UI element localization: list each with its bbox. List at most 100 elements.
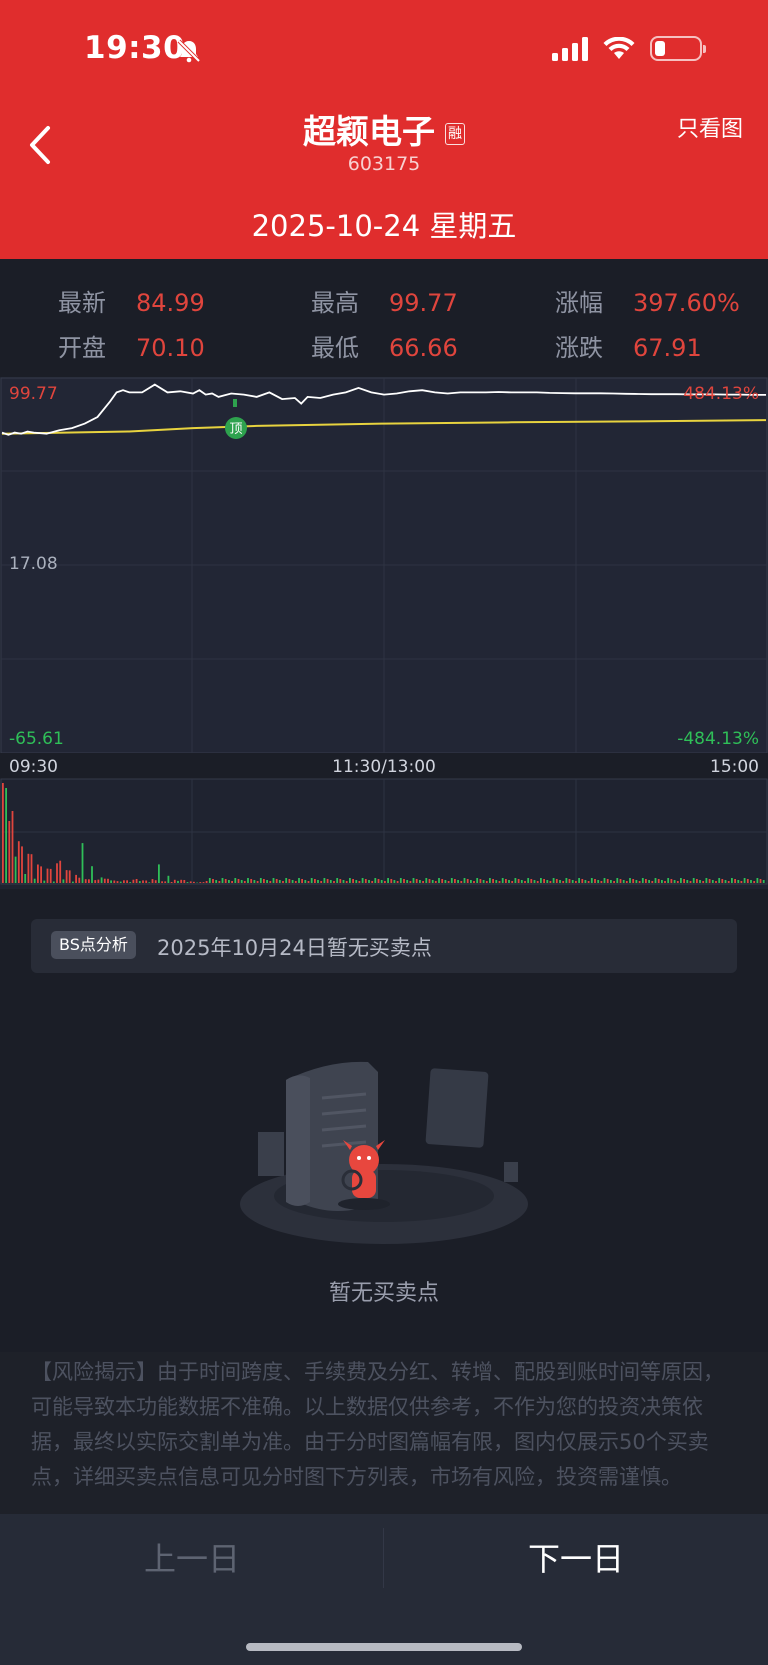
volume-bar — [498, 881, 501, 883]
empty-state-text: 暂无买卖点 — [328, 1281, 439, 1306]
volume-bar — [696, 879, 698, 883]
volume-bar — [473, 881, 475, 883]
volume-bar — [43, 880, 46, 883]
volume-bar — [438, 878, 440, 883]
volume-bar — [110, 880, 112, 883]
volume-bar — [594, 879, 596, 883]
volume-bar — [24, 874, 27, 883]
volume-bar — [161, 881, 163, 883]
volume-bar — [562, 881, 565, 883]
x-label-close: 15:00 — [710, 757, 759, 777]
volume-bar — [533, 880, 536, 883]
volume-bar — [298, 878, 300, 883]
y-label-pct-min: -484.13% — [677, 729, 759, 749]
volume-bar — [746, 879, 749, 883]
volume-bar — [705, 878, 708, 883]
volume-bar — [329, 880, 332, 883]
volume-bar — [62, 879, 65, 883]
volume-bar — [489, 878, 491, 883]
volume-bar — [231, 881, 233, 883]
volume-bar — [377, 879, 380, 883]
volume-bar — [113, 880, 116, 883]
volume-bar — [56, 863, 58, 883]
volume-bar — [361, 878, 364, 883]
stock-title: 超颖电子融 — [0, 105, 768, 153]
volume-bar — [549, 881, 552, 883]
volume-bar — [173, 879, 176, 883]
volume-bar — [374, 878, 377, 883]
stock-code: 603175 — [347, 153, 421, 175]
volume-bar — [396, 881, 399, 883]
margin-badge: 融 — [445, 122, 465, 145]
volume-bar — [135, 879, 138, 883]
volume-bar — [282, 881, 284, 883]
top-marker-stem — [233, 399, 237, 407]
volume-bar — [619, 879, 622, 883]
volume-bar — [97, 879, 100, 883]
volume-bar — [664, 881, 666, 883]
volume-bar — [762, 880, 765, 883]
volume-bar — [253, 880, 256, 883]
only-chart-button[interactable]: 只看图 — [677, 111, 743, 143]
y-label-pct-max: 484.13% — [683, 384, 759, 404]
volume-bar — [463, 878, 466, 883]
volume-bar — [14, 856, 17, 883]
volume-bar — [635, 880, 638, 883]
volume-bar — [84, 879, 87, 883]
volume-bar — [212, 879, 214, 883]
volume-bar — [21, 846, 23, 883]
volume-bar — [689, 881, 692, 883]
volume-bar — [218, 881, 221, 883]
volume-bar — [259, 878, 262, 883]
volume-bar — [138, 881, 141, 883]
volume-bar — [676, 881, 679, 883]
volume-bar — [482, 880, 485, 883]
volume-bar — [434, 881, 437, 883]
volume-bar — [454, 879, 456, 883]
cellular-signal-icon — [552, 36, 588, 61]
volume-bar — [183, 880, 186, 883]
bell-muted-icon — [177, 39, 201, 63]
volume-bar — [256, 881, 259, 883]
home-indicator[interactable] — [246, 1643, 522, 1651]
volume-bar — [170, 882, 173, 883]
volume-bar — [33, 878, 36, 883]
volume-bar — [651, 881, 654, 883]
intraday-chart[interactable]: 顶 99.77 17.08 -65.61 484.13% -484.13% 09… — [0, 377, 768, 889]
volume-bar — [126, 880, 128, 883]
top-marker-label: 顶 — [229, 422, 242, 437]
volume-bar — [221, 878, 224, 883]
next-day-button[interactable]: 下一日 — [384, 1514, 768, 1604]
volume-bar — [501, 878, 504, 883]
volume-bar — [40, 866, 42, 883]
volume-bar — [632, 879, 635, 883]
volume-bar — [237, 879, 240, 883]
volume-bar — [301, 879, 303, 883]
volume-bar — [753, 881, 756, 883]
volume-bar — [94, 880, 97, 883]
volume-bar — [167, 875, 170, 883]
volume-bar — [314, 879, 316, 883]
volume-bar — [568, 879, 571, 883]
volume-bar — [731, 878, 733, 883]
volume-bar — [450, 878, 453, 883]
volume-bar — [431, 880, 434, 883]
volume-bar — [75, 874, 77, 883]
prev-day-button[interactable]: 上一日 — [0, 1514, 384, 1604]
volume-bar — [27, 853, 30, 883]
volume-bar — [756, 878, 759, 883]
volume-bar — [600, 881, 603, 883]
volume-bar — [734, 879, 736, 883]
volume-bar — [234, 878, 237, 883]
volume-bar — [606, 879, 609, 883]
status-indicators — [552, 36, 706, 61]
volume-bar — [460, 881, 463, 883]
volume-bar — [425, 878, 428, 883]
volume-bar — [702, 881, 705, 883]
volume-bar — [686, 880, 689, 883]
stat-latest: 最新 84.99 — [58, 289, 205, 317]
volume-bar — [349, 878, 351, 883]
volume-bar — [555, 879, 558, 883]
volume-bar — [116, 881, 119, 883]
volume-bar — [670, 879, 673, 883]
